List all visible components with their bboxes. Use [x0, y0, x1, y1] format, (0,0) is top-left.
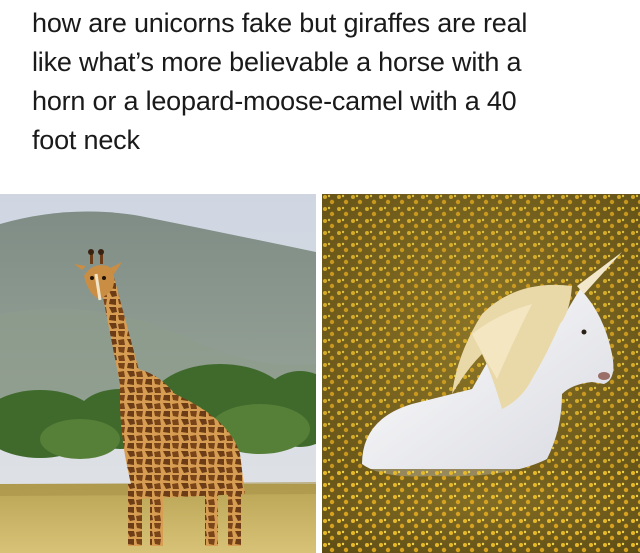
- meme-caption: how are unicorns fake but giraffes are r…: [32, 4, 632, 160]
- giraffe-photo: [0, 194, 316, 553]
- caption-line-3: horn or a leopard-moose-camel with a 40: [32, 86, 517, 116]
- caption-line-4: foot neck: [32, 125, 140, 155]
- unicorn-photo: [322, 194, 640, 553]
- caption-line-2: like what’s more believable a horse with…: [32, 47, 522, 77]
- caption-line-1: how are unicorns fake but giraffes are r…: [32, 8, 528, 38]
